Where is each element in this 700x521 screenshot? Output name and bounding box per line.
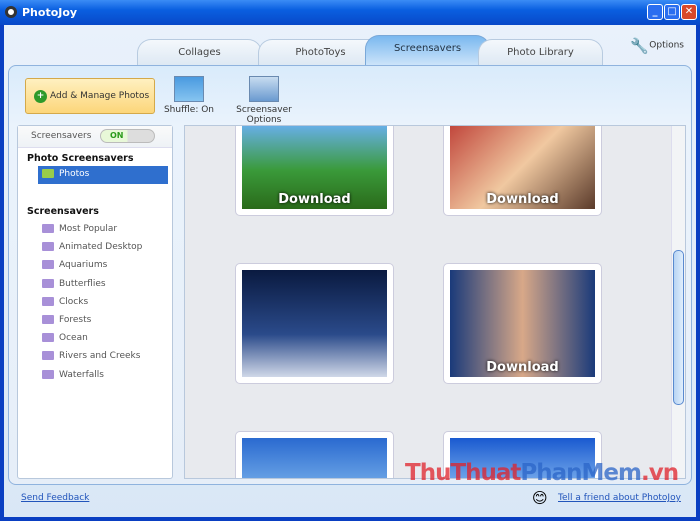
main-panel: + Add & Manage Photos Shuffle: On Screens…: [8, 65, 692, 485]
tab-photo-library[interactable]: Photo Library: [478, 39, 603, 66]
sidebar-item-label: Clocks: [59, 296, 89, 307]
folder-icon: [42, 169, 54, 178]
photos-label: Photos: [59, 169, 90, 179]
app-icon: [5, 6, 17, 18]
tab-screensavers[interactable]: Screensavers: [365, 35, 490, 66]
folder-icon: [42, 314, 54, 324]
sidebar-item[interactable]: Rivers and Creeks: [18, 347, 172, 365]
sidebar-item-label: Forests: [59, 314, 92, 325]
folder-icon: [42, 260, 54, 270]
sidebar-header: Screensavers ON: [18, 126, 172, 148]
screensavers-heading: Screensavers: [27, 206, 99, 217]
plus-icon: +: [34, 90, 47, 103]
screensaver-thumb[interactable]: Download: [235, 126, 394, 216]
watermark: ThuThuatPhanMem.vn: [405, 460, 679, 486]
scrollbar-thumb[interactable]: [673, 250, 684, 405]
maximize-button[interactable]: □: [664, 4, 680, 20]
screensaver-thumb[interactable]: Download: [443, 126, 602, 216]
download-label: Download: [278, 192, 351, 207]
sidebar-item[interactable]: Clocks: [18, 293, 172, 311]
sidebar-item[interactable]: Aquariums: [18, 256, 172, 274]
options-label: Options: [649, 40, 684, 51]
screensaver-toggle[interactable]: ON: [100, 129, 155, 143]
sidebar-item-label: Animated Desktop: [59, 242, 143, 253]
client-area: Collages PhotoToys Screensavers Photo Li…: [4, 25, 696, 517]
sidebar-item-label: Most Popular: [59, 224, 118, 234]
sidebar-item-label: Butterflies: [59, 278, 106, 289]
tab-collages[interactable]: Collages: [137, 39, 262, 66]
folder-icon: [42, 296, 54, 306]
sidebar-item-label: Aquariums: [59, 260, 108, 271]
shuffle-icon: [174, 76, 204, 102]
folder-icon: [42, 242, 54, 252]
sidebar-item[interactable]: Butterflies: [18, 275, 172, 293]
sidebar: Screensavers ON Photo Screensavers Photo…: [17, 125, 173, 479]
add-label: Add & Manage Photos: [50, 91, 150, 101]
ss-options-label: Screensaver Options: [236, 105, 292, 125]
sidebar-item-label: Ocean: [59, 333, 88, 344]
shuffle-label: Shuffle: On: [163, 105, 215, 115]
sidebar-item[interactable]: Most Popular: [18, 220, 172, 238]
options-button[interactable]: 🔧 Options: [630, 37, 684, 55]
close-button[interactable]: ✕: [681, 4, 697, 20]
gallery-scrollbar[interactable]: [671, 126, 685, 478]
screensaver-thumb[interactable]: Download: [443, 263, 602, 384]
folder-icon: [42, 351, 54, 361]
sidebar-item[interactable]: Animated Desktop: [18, 238, 172, 256]
sidebar-item-label: Rivers and Creeks: [59, 351, 141, 362]
screensaver-thumb[interactable]: [235, 263, 394, 384]
sidebar-item[interactable]: Ocean: [18, 329, 172, 347]
folder-icon: [42, 333, 54, 343]
screensaver-gallery: Download Download Download: [184, 125, 686, 479]
title-bar: PhotoJoy _ □ ✕: [0, 0, 700, 25]
sidebar-item-photos[interactable]: Photos: [38, 166, 168, 184]
monitor-icon: [249, 76, 279, 102]
screensavers-label: Screensavers: [31, 131, 92, 141]
smiley-icon: 😊: [532, 489, 548, 507]
sidebar-item-label: Waterfalls: [59, 369, 104, 380]
shuffle-button[interactable]: Shuffle: On: [159, 76, 219, 115]
send-feedback-link[interactable]: Send Feedback: [21, 493, 89, 503]
sidebar-item[interactable]: Waterfalls: [18, 366, 172, 384]
photo-screensavers-heading: Photo Screensavers: [27, 153, 134, 164]
screensaver-thumb[interactable]: [235, 431, 394, 478]
download-label: Download: [486, 192, 559, 207]
window-title: PhotoJoy: [22, 6, 78, 19]
folder-icon: [42, 224, 54, 233]
folder-icon: [42, 278, 54, 288]
folder-icon: [42, 369, 54, 379]
add-manage-photos-button[interactable]: + Add & Manage Photos: [25, 78, 155, 114]
tell-a-friend-link[interactable]: Tell a friend about PhotoJoy: [558, 493, 681, 503]
footer: Send Feedback 😊 Tell a friend about Phot…: [4, 487, 696, 517]
wrench-icon: 🔧: [630, 37, 650, 55]
screensaver-options-button[interactable]: Screensaver Options: [219, 76, 309, 125]
minimize-button[interactable]: _: [647, 4, 663, 20]
download-label: Download: [486, 360, 559, 375]
sidebar-item[interactable]: Forests: [18, 311, 172, 329]
